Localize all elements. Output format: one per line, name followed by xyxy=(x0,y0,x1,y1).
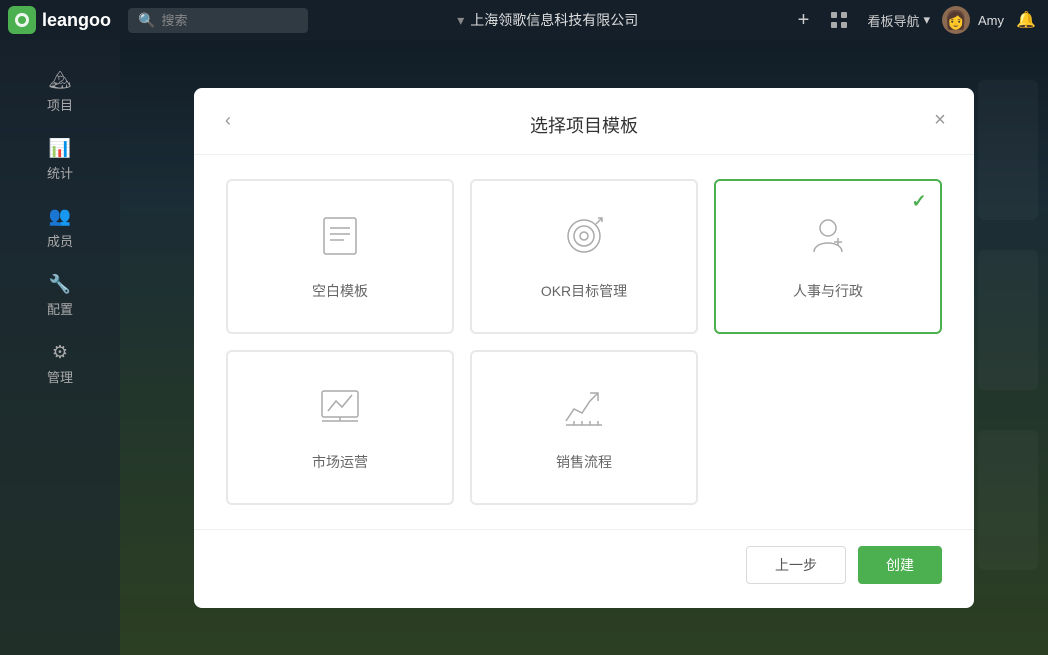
blank-label: 空白模板 xyxy=(312,281,368,301)
sidebar-label-config: 配置 xyxy=(47,299,73,318)
template-card-market[interactable]: ✓ 市场运营 xyxy=(226,350,454,505)
sales-icon xyxy=(560,383,608,438)
board-nav-button[interactable]: 看板导航 ▾ xyxy=(859,7,938,34)
blank-icon xyxy=(316,212,364,267)
search-box[interactable]: 🔍 xyxy=(128,8,308,33)
template-card-okr[interactable]: ✓ OKR目标管理 xyxy=(470,179,698,334)
hr-icon xyxy=(804,212,852,267)
username-label: Amy xyxy=(974,13,1008,28)
sidebar-label-stats: 统计 xyxy=(47,163,73,182)
okr-label: OKR目标管理 xyxy=(541,281,627,301)
topbar-center: ▾ 上海领歌信息科技有限公司 xyxy=(308,10,787,30)
sidebar-item-project[interactable]: 🏔 项目 xyxy=(0,60,120,124)
modal-title: 选择项目模板 xyxy=(218,112,950,138)
create-button[interactable]: 创建 xyxy=(858,546,942,584)
modal-body: ✓ 空白模板 ✓ xyxy=(194,155,974,529)
manage-icon: ⚙ xyxy=(52,342,68,363)
close-button[interactable]: × xyxy=(926,107,954,135)
avatar[interactable]: 👩 xyxy=(942,6,970,34)
logo-text: leangoo xyxy=(42,10,111,31)
check-hr: ✓ xyxy=(908,191,930,213)
company-name: 上海领歌信息科技有限公司 xyxy=(470,10,638,30)
logo[interactable]: leangoo xyxy=(8,6,128,34)
search-icon: 🔍 xyxy=(138,12,155,29)
okr-icon xyxy=(560,212,608,267)
grid-button[interactable] xyxy=(823,4,855,36)
template-selection-modal: ‹ 选择项目模板 × ✓ 空白 xyxy=(194,88,974,608)
sidebar-item-stats[interactable]: 📊 统计 xyxy=(0,128,120,192)
modal-footer: 上一步 创建 xyxy=(194,529,974,608)
project-icon: 🏔 xyxy=(49,70,72,91)
market-label: 市场运营 xyxy=(312,452,368,472)
dropdown-arrow: ▾ xyxy=(457,12,464,29)
board-nav-label: 看板导航 xyxy=(867,11,919,30)
sidebar-label-members: 成员 xyxy=(47,231,73,250)
config-icon: 🔧 xyxy=(49,274,71,295)
template-card-sales[interactable]: ✓ 销售流程 xyxy=(470,350,698,505)
sidebar-item-members[interactable]: 👥 成员 xyxy=(0,196,120,260)
topbar-right: + 看板导航 ▾ 👩 Amy 🔔 xyxy=(787,4,1040,36)
sales-label: 销售流程 xyxy=(556,452,612,472)
avatar-image: 👩 xyxy=(945,10,967,31)
back-button-icon[interactable]: ‹ xyxy=(214,107,242,135)
nav-arrow-icon: ▾ xyxy=(923,12,930,28)
market-icon xyxy=(316,383,364,438)
members-icon: 👥 xyxy=(49,206,71,227)
sidebar-item-manage[interactable]: ⚙ 管理 xyxy=(0,332,120,396)
sidebar-label-project: 项目 xyxy=(47,95,73,114)
logo-icon xyxy=(8,6,36,34)
add-button[interactable]: + xyxy=(787,4,819,36)
template-card-blank[interactable]: ✓ 空白模板 xyxy=(226,179,454,334)
stats-icon: 📊 xyxy=(49,138,71,159)
modal-header: ‹ 选择项目模板 × xyxy=(194,88,974,155)
back-step-button[interactable]: 上一步 xyxy=(746,546,846,584)
main-area: ‹ 选择项目模板 × ✓ 空白 xyxy=(120,40,1048,655)
sidebar-item-config[interactable]: 🔧 配置 xyxy=(0,264,120,328)
notification-bell[interactable]: 🔔 xyxy=(1012,6,1040,34)
template-card-hr[interactable]: ✓ 人事与行政 xyxy=(714,179,942,334)
topbar: leangoo 🔍 ▾ 上海领歌信息科技有限公司 + 看板导航 ▾ 👩 Amy … xyxy=(0,0,1048,40)
search-input[interactable] xyxy=(161,13,291,28)
sidebar-label-manage: 管理 xyxy=(47,367,73,386)
sidebar: 🏔 项目 📊 统计 👥 成员 🔧 配置 ⚙ 管理 xyxy=(0,40,120,655)
modal-overlay: ‹ 选择项目模板 × ✓ 空白 xyxy=(120,40,1048,655)
hr-label: 人事与行政 xyxy=(793,281,863,301)
